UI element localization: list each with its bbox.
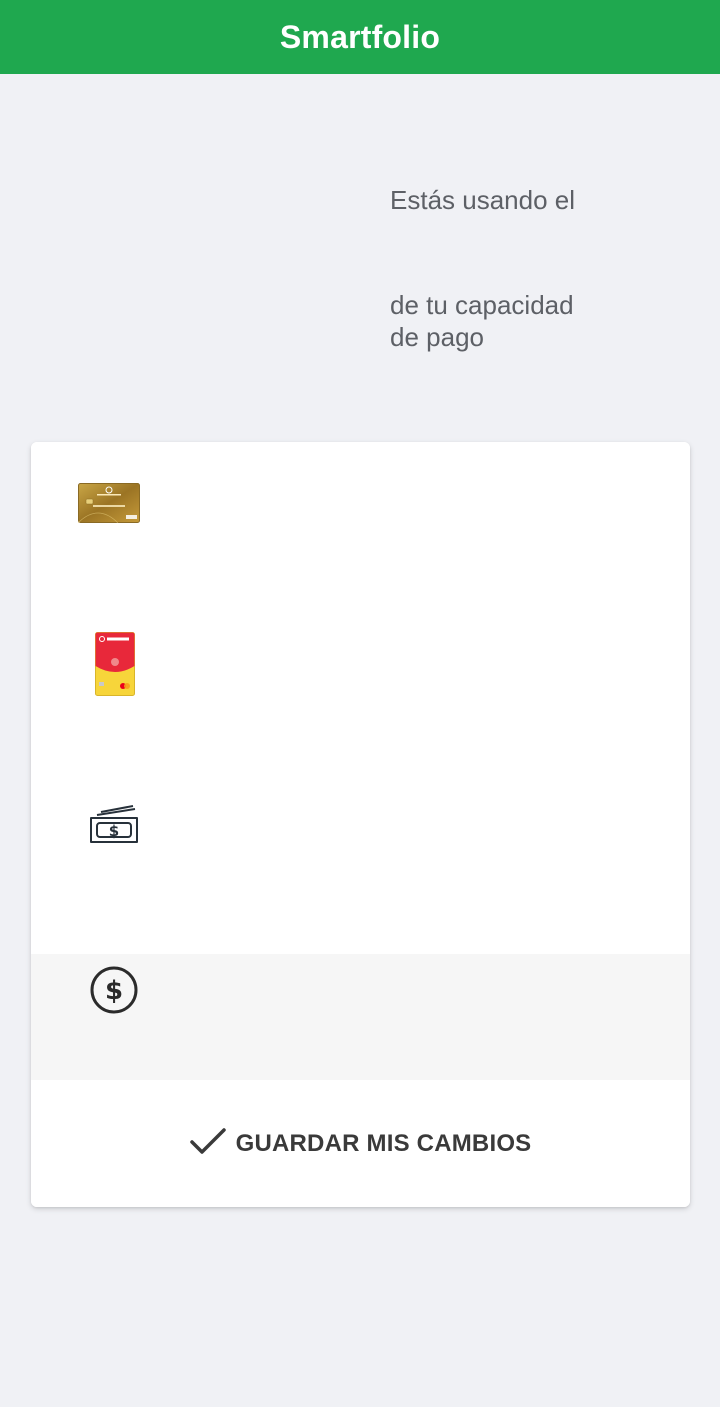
gold-credit-card-icon bbox=[77, 483, 140, 528]
svg-text:$: $ bbox=[109, 822, 119, 840]
summary-suffix: de tu capacidad de pago bbox=[390, 290, 574, 352]
accounts-card: $ $ GUARDAR MIS CAMBIOS bbox=[31, 442, 690, 1207]
svg-text:$: $ bbox=[105, 976, 123, 1006]
summary-prefix: Estás usando el bbox=[390, 185, 576, 215]
account-row-gold-card[interactable] bbox=[31, 442, 690, 592]
account-row-other[interactable]: $ bbox=[31, 954, 690, 1080]
save-changes-button[interactable]: GUARDAR MIS CAMBIOS bbox=[31, 1080, 690, 1207]
elektra-credit-card-icon bbox=[95, 632, 135, 701]
check-icon bbox=[189, 1127, 226, 1160]
save-button-label: GUARDAR MIS CAMBIOS bbox=[235, 1129, 532, 1157]
app-title: Smartfolio bbox=[279, 18, 441, 55]
dollar-coin-icon: $ bbox=[90, 966, 138, 1019]
summary-value-placeholder bbox=[390, 216, 690, 289]
account-row-cash[interactable]: $ bbox=[31, 757, 690, 954]
capacity-summary: Estás usando el de tu capacidad de pago bbox=[390, 184, 690, 353]
cash-bills-icon: $ bbox=[89, 804, 139, 851]
app-bar: Smartfolio bbox=[0, 0, 720, 74]
account-row-elektra-card[interactable] bbox=[31, 592, 690, 757]
